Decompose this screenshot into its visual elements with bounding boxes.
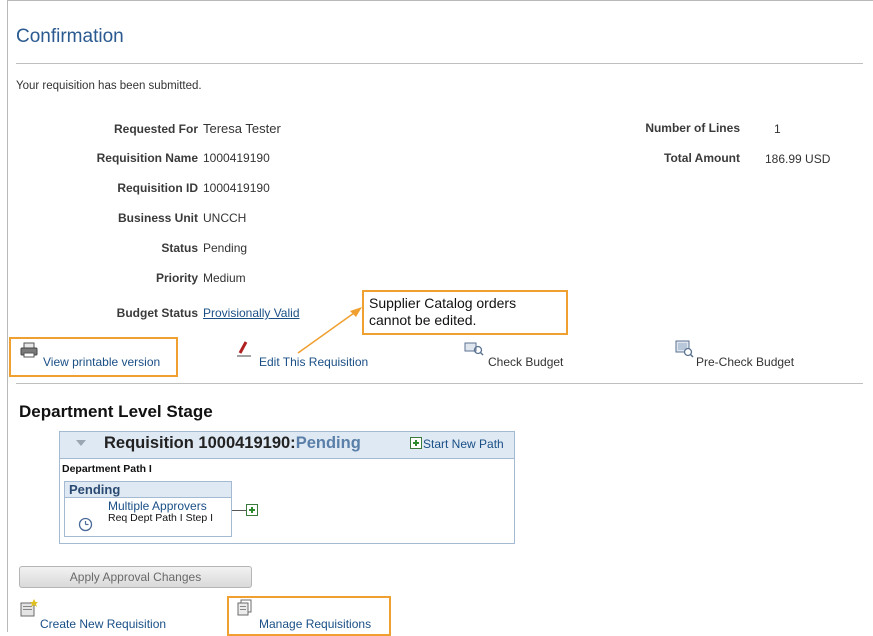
check-budget-icon bbox=[464, 342, 484, 356]
start-new-path-link[interactable]: Start New Path bbox=[423, 437, 504, 451]
requisition-name-label: Requisition Name bbox=[96, 151, 198, 165]
budget-status-link[interactable]: Provisionally Valid bbox=[203, 306, 300, 320]
submitted-message: Your requisition has been submitted. bbox=[16, 80, 202, 92]
pre-check-budget-icon bbox=[675, 340, 694, 358]
apply-approval-changes-button[interactable]: Apply Approval Changes bbox=[19, 566, 252, 588]
pencil-icon bbox=[237, 341, 251, 357]
callout-line-2: cannot be edited. bbox=[369, 312, 477, 328]
new-requisition-icon bbox=[20, 599, 38, 617]
frame-border-left bbox=[7, 0, 8, 632]
total-amount-number: 186.99 bbox=[765, 152, 802, 166]
department-level-stage-title: Department Level Stage bbox=[19, 402, 213, 421]
add-path-icon[interactable] bbox=[410, 437, 422, 449]
requested-for-value: Teresa Tester bbox=[203, 121, 281, 136]
requisition-path-status: Pending bbox=[295, 434, 361, 452]
add-step-icon[interactable] bbox=[246, 504, 258, 516]
printer-icon bbox=[20, 342, 38, 358]
priority-value: Medium bbox=[203, 271, 246, 285]
callout-line-1: Supplier Catalog orders bbox=[369, 295, 517, 311]
requisition-path-title: Requisition 1000419190:Pending bbox=[104, 434, 361, 453]
frame-border-top bbox=[7, 0, 873, 1]
total-amount-label: Total Amount bbox=[664, 151, 740, 165]
manage-requisitions-icon bbox=[237, 599, 252, 616]
multiple-approvers-link[interactable]: Multiple Approvers bbox=[108, 499, 207, 513]
approval-step-status: Pending bbox=[69, 482, 121, 497]
clock-icon bbox=[78, 517, 93, 532]
check-budget-link[interactable]: Check Budget bbox=[488, 355, 563, 369]
status-label: Status bbox=[161, 241, 198, 255]
number-of-lines-value: 1 bbox=[774, 122, 781, 136]
department-path-label: Department Path I bbox=[62, 463, 152, 475]
requested-for-label: Requested For bbox=[113, 122, 198, 136]
number-of-lines-label: Number of Lines bbox=[645, 121, 740, 135]
total-amount-value: 186.99 USD bbox=[765, 152, 830, 166]
business-unit-label: Business Unit bbox=[117, 211, 198, 225]
section-divider bbox=[16, 383, 863, 384]
budget-status-label: Budget Status bbox=[116, 306, 198, 320]
total-amount-currency: USD bbox=[805, 152, 831, 166]
priority-label: Priority bbox=[155, 271, 198, 285]
create-new-requisition-link[interactable]: Create New Requisition bbox=[40, 617, 166, 631]
manage-requisitions-link[interactable]: Manage Requisitions bbox=[259, 617, 371, 631]
collapse-arrow-icon[interactable] bbox=[75, 438, 87, 448]
status-value: Pending bbox=[203, 241, 248, 255]
callout-arrow bbox=[297, 307, 362, 354]
pre-check-budget-link[interactable]: Pre-Check Budget bbox=[696, 355, 794, 369]
requisition-path-label: Requisition 1000419190: bbox=[104, 434, 296, 452]
step-connector-line bbox=[232, 510, 246, 511]
requisition-id-value: 1000419190 bbox=[203, 181, 270, 195]
edit-requisition-link[interactable]: Edit This Requisition bbox=[259, 355, 368, 369]
requisition-id-label: Requisition ID bbox=[117, 181, 198, 195]
title-divider bbox=[16, 63, 863, 64]
page-title: Confirmation bbox=[16, 26, 124, 47]
approval-step-name: Req Dept Path I Step I bbox=[108, 512, 214, 524]
view-printable-link[interactable]: View printable version bbox=[43, 355, 160, 369]
requisition-name-value: 1000419190 bbox=[203, 151, 270, 165]
business-unit-value: UNCCH bbox=[203, 211, 247, 225]
